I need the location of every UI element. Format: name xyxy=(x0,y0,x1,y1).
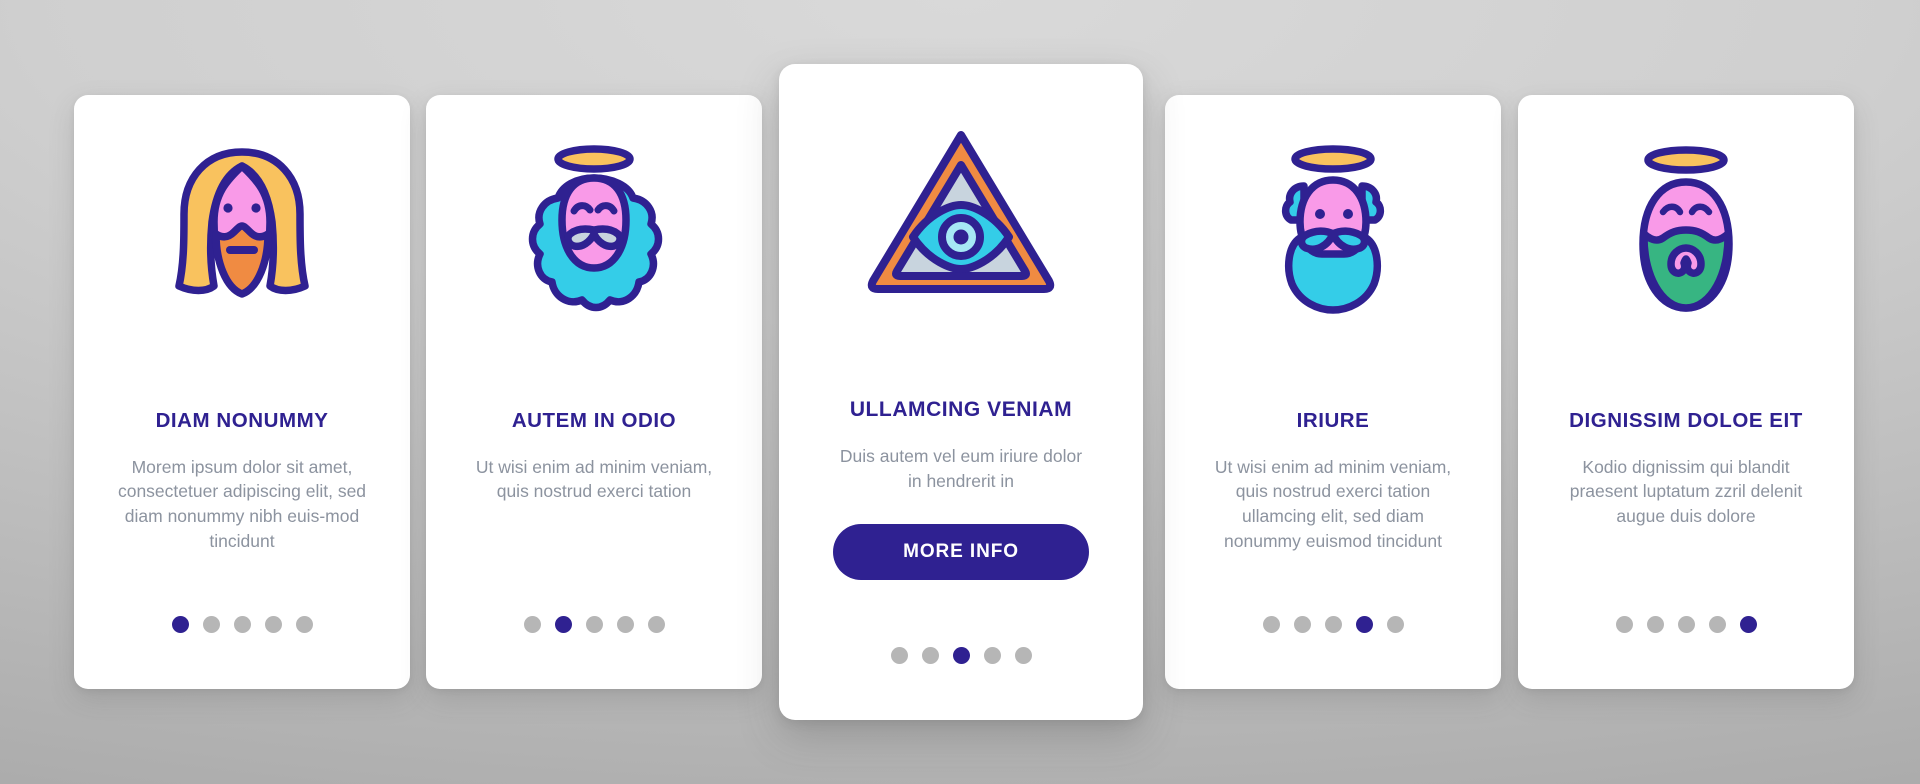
pagination-dot[interactable] xyxy=(585,616,603,633)
card-body-text: Duis autem vel eum iriure dolor in hendr… xyxy=(839,446,1083,491)
pagination-dots[interactable] xyxy=(779,647,1143,664)
pagination-dots[interactable] xyxy=(74,616,410,633)
card-body-text: Ut wisi enim ad minim veniam, quis nostr… xyxy=(1214,456,1452,552)
pagination-dot[interactable] xyxy=(554,616,572,633)
all-seeing-eye-triangle-icon xyxy=(779,64,1143,332)
onboarding-screens-container: DIAM NONUMMY Morem ipsum dolor sit amet,… xyxy=(0,0,1920,784)
onboarding-card-5[interactable]: DIGNISSIM DOLOE EIT Kodio dignissim qui … xyxy=(1518,95,1854,689)
haloed-bearded-saint-icon xyxy=(426,95,762,343)
pagination-dot[interactable] xyxy=(1355,616,1373,633)
haloed-man-green-beard-icon xyxy=(1518,95,1854,343)
card-body-text: Kodio dignissim qui blandit praesent lup… xyxy=(1569,456,1803,527)
pagination-dot[interactable] xyxy=(523,616,541,633)
haloed-man-cyan-beard-icon xyxy=(1165,95,1501,343)
pagination-dot[interactable] xyxy=(1615,616,1633,633)
onboarding-card-3-featured[interactable]: ULLAMCING VENIAM Duis autem vel eum iriu… xyxy=(779,64,1143,720)
pagination-dot[interactable] xyxy=(921,647,939,664)
pagination-dot[interactable] xyxy=(983,647,1001,664)
card-title: DIAM NONUMMY xyxy=(155,409,329,432)
pagination-dot[interactable] xyxy=(1293,616,1311,633)
pagination-dot[interactable] xyxy=(1646,616,1664,633)
pagination-dot[interactable] xyxy=(1677,616,1695,633)
pagination-dot[interactable] xyxy=(1739,616,1757,633)
pagination-dot[interactable] xyxy=(1386,616,1404,633)
onboarding-card-2[interactable]: AUTEM IN ODIO Ut wisi enim ad minim veni… xyxy=(426,95,762,689)
pagination-dot[interactable] xyxy=(1708,616,1726,633)
pagination-dot[interactable] xyxy=(233,616,251,633)
card-title: ULLAMCING VENIAM xyxy=(849,398,1073,421)
pagination-dot[interactable] xyxy=(952,647,970,664)
pagination-dots[interactable] xyxy=(1165,616,1501,633)
pagination-dot[interactable] xyxy=(202,616,220,633)
more-info-button[interactable]: MORE INFO xyxy=(833,523,1089,580)
card-title: DIGNISSIM DOLOE EIT xyxy=(1569,409,1803,432)
pagination-dot[interactable] xyxy=(264,616,282,633)
pagination-dot[interactable] xyxy=(171,616,189,633)
card-body-text: Ut wisi enim ad minim veniam, quis nostr… xyxy=(475,456,713,502)
pagination-dot[interactable] xyxy=(1014,647,1032,664)
pagination-dot[interactable] xyxy=(616,616,634,633)
pagination-dots[interactable] xyxy=(426,616,762,633)
onboarding-card-4[interactable]: IRIURE Ut wisi enim ad minim veniam, qui… xyxy=(1165,95,1501,689)
pagination-dot[interactable] xyxy=(1262,616,1280,633)
card-title: IRIURE xyxy=(1296,409,1370,432)
pagination-dot[interactable] xyxy=(890,647,908,664)
pagination-dots[interactable] xyxy=(1518,616,1854,633)
card-title: AUTEM IN ODIO xyxy=(511,409,677,432)
pagination-dot[interactable] xyxy=(1324,616,1342,633)
card-body-text: Morem ipsum dolor sit amet, consectetuer… xyxy=(117,456,367,552)
onboarding-card-1[interactable]: DIAM NONUMMY Morem ipsum dolor sit amet,… xyxy=(74,95,410,689)
pagination-dot[interactable] xyxy=(295,616,313,633)
pagination-dot[interactable] xyxy=(647,616,665,633)
long-haired-bearded-man-icon xyxy=(74,95,410,343)
